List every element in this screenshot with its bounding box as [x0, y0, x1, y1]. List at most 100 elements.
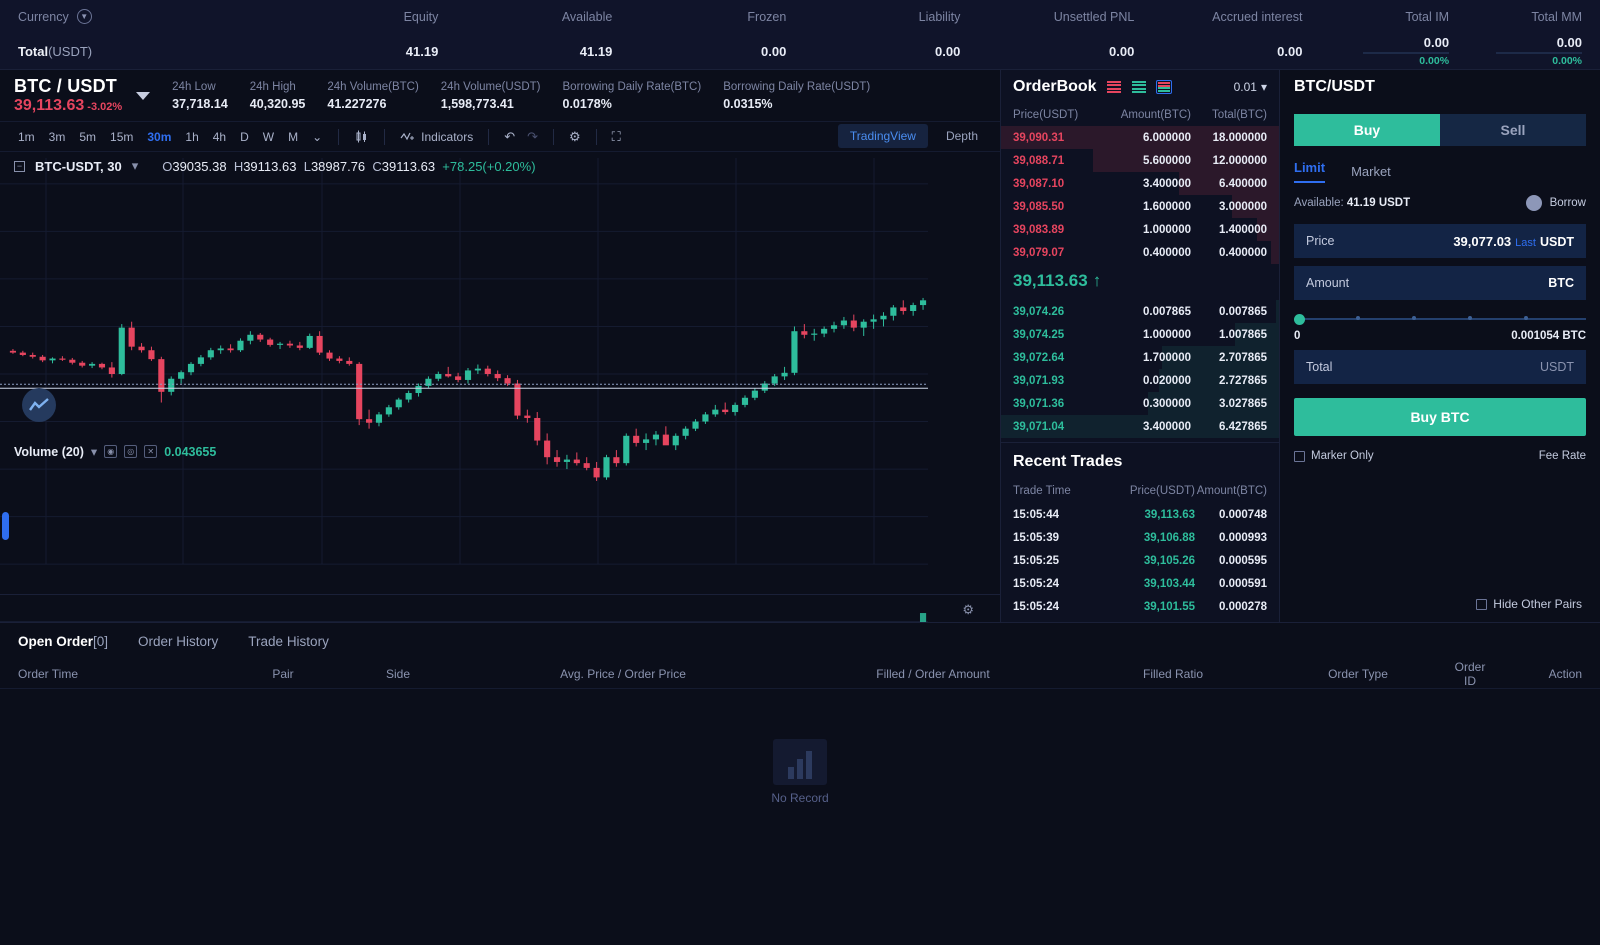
chart-area[interactable]: − BTC-USDT, 30 ▾ O39035.38 H39113.63 L38… [0, 152, 1000, 622]
marker-only-checkbox[interactable] [1294, 450, 1305, 462]
timeframe-d[interactable]: D [234, 127, 255, 147]
orderbook-row[interactable]: 39,074.25 1.000000 1.007865 [1001, 323, 1279, 346]
time-axis[interactable] [0, 594, 1000, 622]
collapse-icon[interactable]: − [14, 160, 25, 172]
indicators-button[interactable]: Indicators [395, 128, 478, 146]
chevron-down-icon[interactable] [136, 91, 151, 100]
account-available-value: 41.19 [579, 43, 613, 59]
orderbook-row[interactable]: 39,088.71 5.600000 12.000000 [1001, 149, 1279, 172]
orderbook-price: 39,071.04 [1013, 420, 1065, 433]
account-unsettled-pnl-value: 0.00 [1109, 43, 1135, 59]
chart-toolbar: 1m 3m 5m 15m 30m 1h 4h D W M ⌄ Indicator… [0, 122, 1000, 152]
tab-market[interactable]: Market [1351, 164, 1391, 179]
orderbook-amount: 5.600000 [1143, 154, 1191, 167]
orderbook-price: 39,074.25 [1013, 328, 1065, 341]
close-icon[interactable]: ✕ [144, 445, 158, 458]
orderbook-row[interactable]: 39,074.26 0.007865 0.007865 [1001, 300, 1279, 323]
trade-amount: 0.000595 [1219, 554, 1267, 567]
timeframe-1m[interactable]: 1m [12, 127, 41, 147]
orders-col-action: Action [1548, 666, 1582, 681]
hide-other-pairs-toggle[interactable]: Hide Other Pairs [1476, 597, 1582, 611]
account-row-label: Total(USDT) [18, 43, 93, 59]
undo-icon[interactable]: ↶ [499, 127, 520, 147]
both-sides-icon[interactable] [1155, 80, 1172, 94]
chevron-down-icon[interactable]: ▾ [132, 158, 139, 174]
trades-col-amount: Amount(BTC) [1196, 485, 1267, 497]
orderbook-row[interactable]: 39,072.64 1.700000 2.707865 [1001, 346, 1279, 369]
chart-scroll-handle[interactable] [2, 512, 9, 540]
candle-type-icon[interactable] [349, 127, 374, 146]
account-col-total-mm: Total MM [1531, 9, 1583, 24]
orderbook-row[interactable]: 39,087.10 3.400000 6.400000 [1001, 172, 1279, 195]
price-last-tag[interactable]: Last [1515, 237, 1536, 249]
orderbook-price: 39,083.89 [1013, 223, 1065, 236]
gear-icon[interactable]: ⚙ [564, 127, 586, 147]
tab-limit[interactable]: Limit [1294, 160, 1326, 183]
timeframe-3m[interactable]: 3m [43, 127, 72, 147]
toolbar-divider [338, 128, 340, 145]
orderbook-row[interactable]: 39,071.93 0.020000 2.727865 [1001, 369, 1279, 392]
eye-icon[interactable]: ◉ [104, 445, 118, 458]
account-accrued-interest-value: 0.00 [1277, 43, 1303, 59]
chart-settings-icon[interactable]: ⚙ [962, 602, 974, 618]
tab-open-order[interactable]: Open Order[0] [18, 634, 108, 649]
symbol-selector[interactable]: BTC / USDT 39,113.63 -3.02% [14, 76, 151, 115]
price-field[interactable]: Price 39,077.03 Last USDT [1294, 224, 1586, 258]
asks-only-icon[interactable] [1106, 80, 1122, 94]
orderbook-price: 39,090.31 [1013, 131, 1065, 144]
trades-col-time: Trade Time [1013, 485, 1071, 497]
chart-column: BTC / USDT 39,113.63 -3.02% 24h Low 37,71… [0, 70, 1000, 622]
slider-labels: 0 0.001054 BTC [1294, 330, 1586, 342]
tab-trade-history[interactable]: Trade History [248, 634, 329, 649]
tab-order-history[interactable]: Order History [138, 634, 218, 649]
slider-handle[interactable] [1294, 314, 1305, 325]
account-frozen-value: 0.00 [761, 43, 787, 59]
chevron-down-icon[interactable]: ▾ [91, 444, 97, 459]
orderbook-price: 39,085.50 [1013, 200, 1065, 213]
candlestick-chart[interactable] [0, 152, 1000, 622]
submit-order-button[interactable]: Buy BTC [1294, 398, 1586, 436]
orderbook-precision-select[interactable]: 0.01 ▾ [1234, 80, 1267, 94]
account-col-liability: Liability [918, 9, 961, 24]
timeframe-30m[interactable]: 30m [141, 127, 177, 147]
orderbook-amount: 3.400000 [1143, 420, 1191, 433]
sell-tab[interactable]: Sell [1440, 114, 1586, 146]
timeframe-more-icon[interactable]: ⌄ [306, 127, 328, 147]
tab-depth[interactable]: Depth [934, 124, 990, 148]
timeframe-5m[interactable]: 5m [73, 127, 102, 147]
timeframe-m[interactable]: M [282, 127, 304, 147]
account-total-im-value: 0.00 0.00% [1302, 35, 1450, 67]
bids-only-icon[interactable] [1131, 80, 1147, 94]
fee-rate-link[interactable]: Fee Rate [1539, 450, 1586, 462]
price-axis[interactable] [928, 152, 1000, 582]
orderbook-mid-price: 39,113.63 ↑ [1013, 271, 1102, 290]
tab-tradingview[interactable]: TradingView [837, 124, 928, 148]
fullscreen-icon[interactable]: ⛶ [607, 127, 626, 147]
timeframe-1h[interactable]: 1h [179, 127, 204, 147]
amount-label: Amount [1306, 276, 1350, 290]
borrow-toggle[interactable] [1525, 195, 1542, 211]
stat-24h-volume-btc: 24h Volume(BTC) 41.227276 [327, 80, 419, 111]
timeframe-15m[interactable]: 15m [104, 127, 139, 147]
settings-icon[interactable]: ◎ [124, 445, 138, 458]
orderbook-row[interactable]: 39,090.31 6.000000 18.000000 [1001, 126, 1279, 149]
orderbook-amount: 0.020000 [1143, 374, 1191, 387]
total-field[interactable]: Total USDT [1294, 350, 1586, 384]
account-col-total-im: Total IM [1405, 9, 1450, 24]
redo-icon[interactable]: ↷ [522, 127, 543, 147]
buy-tab[interactable]: Buy [1294, 114, 1440, 146]
orderbook-row[interactable]: 39,079.07 0.400000 0.400000 [1001, 241, 1279, 264]
orderbook-row[interactable]: 39,071.04 3.400000 6.427865 [1001, 415, 1279, 438]
amount-slider[interactable] [1294, 314, 1586, 325]
orderbook-row[interactable]: 39,083.89 1.000000 1.400000 [1001, 218, 1279, 241]
orderbook-row[interactable]: 39,071.36 0.300000 3.027865 [1001, 392, 1279, 415]
trade-panel: BTC/USDT Buy Sell Limit Market Available… [1280, 70, 1600, 622]
timeframe-w[interactable]: W [257, 127, 280, 147]
chevron-down-icon[interactable]: ▼ [76, 9, 92, 24]
timeframe-4h[interactable]: 4h [207, 127, 232, 147]
amount-field[interactable]: Amount BTC [1294, 266, 1586, 300]
orderbook-row[interactable]: 39,085.50 1.600000 3.000000 [1001, 195, 1279, 218]
orders-table-header: Order Time Pair Side Avg. Price / Order … [0, 659, 1600, 689]
trade-amount: 0.000993 [1219, 531, 1267, 544]
hide-other-pairs-checkbox[interactable] [1476, 598, 1488, 610]
